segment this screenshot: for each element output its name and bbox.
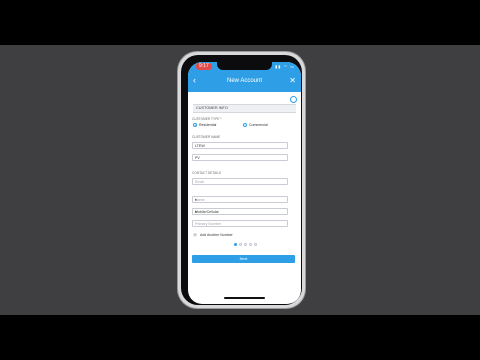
primary-number-input[interactable]: Primary Number bbox=[192, 220, 288, 227]
phone-type-select[interactable]: Mobile/Cellular ▾ bbox=[192, 208, 288, 215]
section-title: CUSTOMER INFO bbox=[196, 106, 228, 110]
email-input[interactable]: Email bbox=[192, 178, 288, 185]
pager-dot bbox=[254, 243, 257, 246]
name-select[interactable]: Name ▾ bbox=[192, 196, 288, 203]
first-name-input[interactable]: LTEW bbox=[192, 142, 288, 149]
status-time: 9:17 bbox=[196, 63, 212, 70]
close-button[interactable]: ✕ bbox=[289, 76, 296, 85]
radio-residential[interactable] bbox=[193, 123, 197, 127]
email-placeholder: Email bbox=[195, 180, 204, 184]
chevron-down-icon: ▾ bbox=[195, 210, 197, 214]
pager-dot bbox=[239, 243, 242, 246]
first-name-value: LTEW bbox=[195, 144, 205, 148]
add-number-icon[interactable]: + bbox=[193, 233, 197, 237]
pager-dot bbox=[249, 243, 252, 246]
pager-dot-active bbox=[234, 243, 237, 246]
last-name-input[interactable]: PV bbox=[192, 154, 288, 161]
chevron-down-icon: ▾ bbox=[195, 198, 197, 202]
customer-type-label: CUSTOMER TYPE * bbox=[192, 117, 222, 121]
phone-mockup: 9:17 ▮▮ ◠ ▭ ‹ New Account ✕ CUSTOMER INF… bbox=[178, 52, 305, 308]
primary-number-placeholder: Primary Number bbox=[195, 222, 222, 226]
customer-name-label: CUSTOMER NAME bbox=[192, 135, 221, 139]
refresh-icon[interactable] bbox=[290, 96, 297, 103]
radio-residential-label: Residential bbox=[199, 123, 217, 127]
status-icons: ▮▮ ◠ ▭ bbox=[275, 64, 295, 69]
contact-details-label: CONTACT DETAILS bbox=[192, 171, 222, 175]
page-title: New Account bbox=[226, 78, 263, 84]
app-screen: 9:17 ▮▮ ◠ ▭ ‹ New Account ✕ CUSTOMER INF… bbox=[188, 62, 301, 304]
next-button[interactable]: Next bbox=[192, 255, 295, 263]
home-indicator bbox=[224, 297, 265, 299]
add-number-link[interactable]: Add Another Number bbox=[200, 233, 233, 237]
phone-notch bbox=[217, 62, 272, 70]
pager-dot bbox=[244, 243, 247, 246]
last-name-value: PV bbox=[195, 156, 200, 160]
phone-bezel: 9:17 ▮▮ ◠ ▭ ‹ New Account ✕ CUSTOMER INF… bbox=[181, 55, 302, 305]
section-header: CUSTOMER INFO bbox=[193, 104, 296, 113]
app-header: 9:17 ▮▮ ◠ ▭ ‹ New Account ✕ bbox=[188, 62, 301, 92]
radio-commercial-label: Commercial bbox=[249, 123, 268, 127]
radio-commercial[interactable] bbox=[243, 123, 247, 127]
